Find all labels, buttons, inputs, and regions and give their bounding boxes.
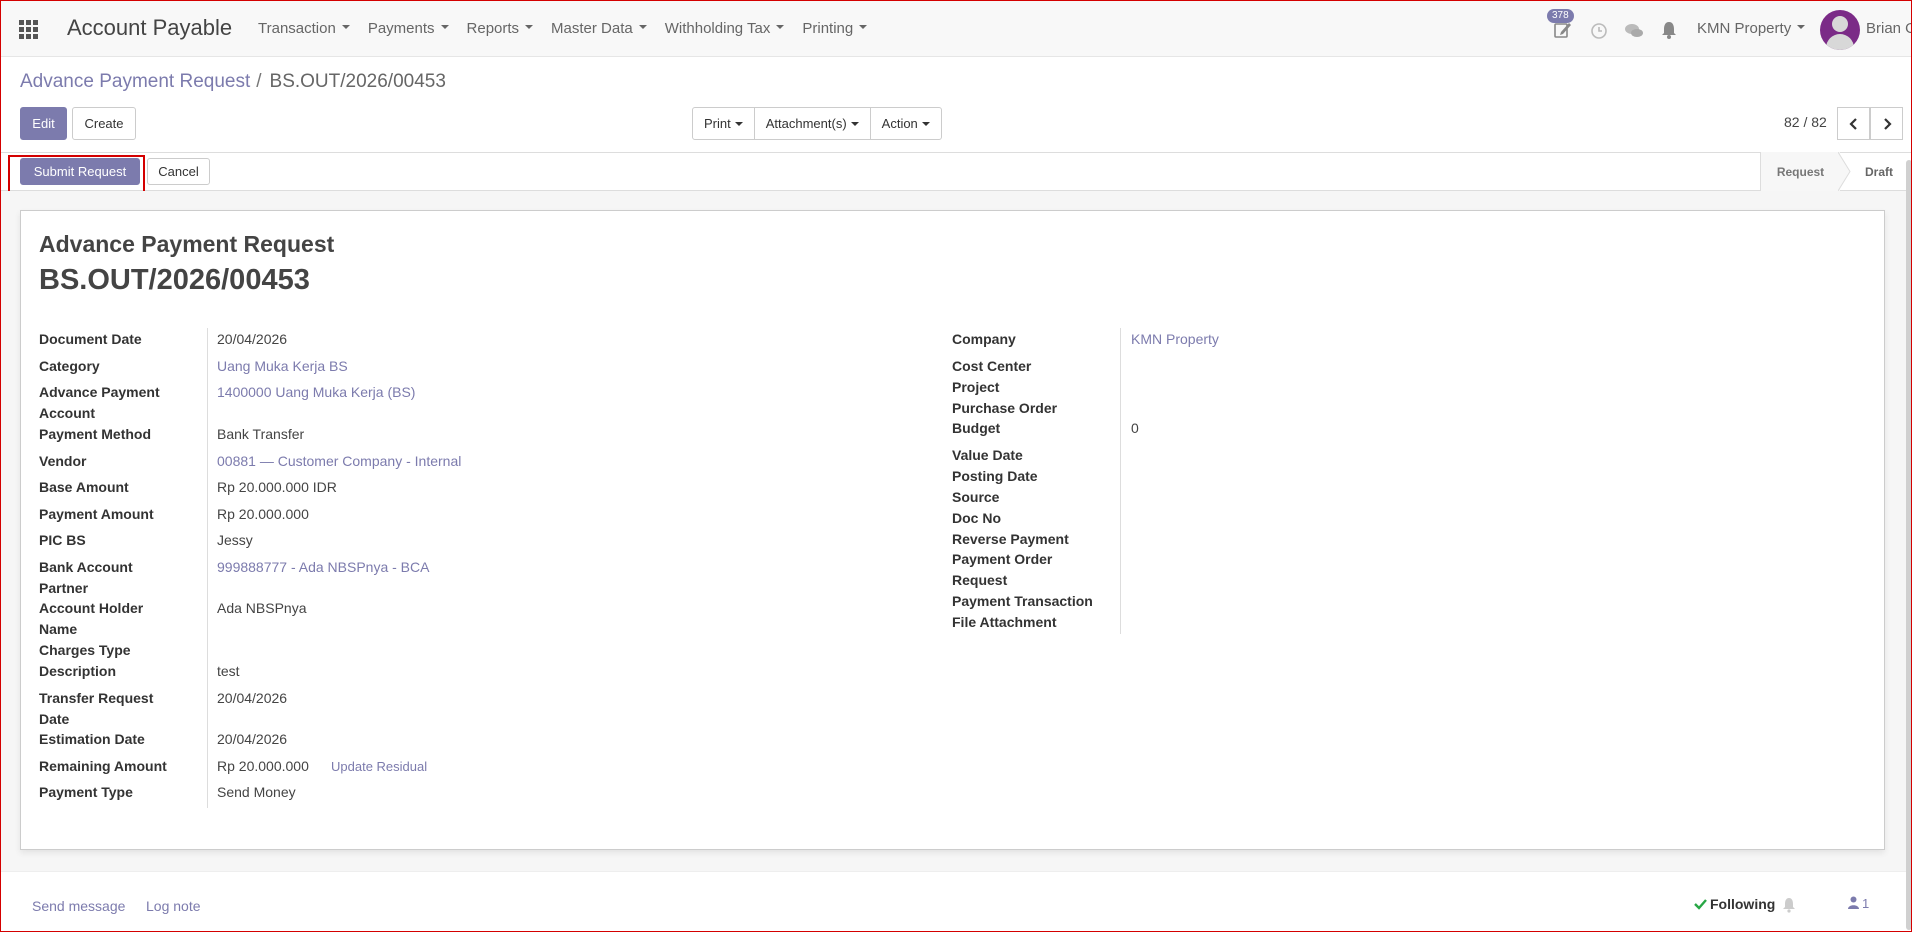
- label-transfer-request-date: Transfer Request Date: [39, 690, 154, 727]
- menu-withholding-tax[interactable]: Withholding Tax: [665, 20, 785, 37]
- value-category-link[interactable]: Uang Muka Kerja BS: [217, 356, 348, 377]
- value-payment-amount: Rp 20.000.000: [217, 506, 309, 522]
- breadcrumb-separator: /: [256, 71, 262, 92]
- breadcrumb-current: BS.OUT/2026/00453: [269, 71, 446, 92]
- label-bank-account-partner: Bank Account Partner: [39, 559, 133, 596]
- pager-previous-button[interactable]: [1837, 107, 1870, 140]
- form-statusbar: [0, 152, 1912, 191]
- cancel-button[interactable]: Cancel: [147, 158, 210, 185]
- left-column-divider: [207, 328, 208, 808]
- value-advance-payment-account-link[interactable]: 1400000 Uang Muka Kerja (BS): [217, 382, 415, 403]
- label-doc-no: Doc No: [952, 510, 1001, 526]
- label-payment-type: Payment Type: [39, 784, 133, 800]
- value-pic-bs: Jessy: [217, 532, 253, 548]
- label-description: Description: [39, 663, 117, 679]
- value-bank-account-partner-link[interactable]: 999888777 - Ada NBSPnya - BCA: [217, 557, 429, 578]
- stage-request[interactable]: Request: [1760, 152, 1840, 191]
- notification-settings-bell-icon[interactable]: [1782, 897, 1796, 913]
- followers-button[interactable]: 1: [1848, 896, 1869, 911]
- value-budget: 0: [1131, 420, 1139, 436]
- clock-icon[interactable]: [1590, 19, 1608, 41]
- value-transfer-request-date: 20/04/2026: [217, 690, 288, 706]
- label-company: Company: [952, 331, 1016, 347]
- label-cost-center: Cost Center: [952, 358, 1032, 374]
- label-payment-order-request: Payment Order Request: [952, 551, 1053, 588]
- stage-arrow-icon: [1838, 152, 1851, 191]
- value-vendor-link[interactable]: 00881 — Customer Company - Internal: [217, 451, 461, 472]
- page-scrollbar[interactable]: [1906, 160, 1912, 930]
- label-payment-transaction: Payment Transaction: [952, 593, 1093, 609]
- action-button-group: Print Attachment(s) Action: [692, 107, 942, 140]
- check-icon: [1694, 899, 1707, 910]
- top-navbar: Account Payable Transaction Payments Rep…: [0, 0, 1912, 57]
- label-payment-amount: Payment Amount: [39, 506, 154, 522]
- value-description: test: [217, 663, 240, 679]
- label-charges-type: Charges Type: [39, 642, 131, 658]
- action-dropdown[interactable]: Action: [871, 108, 941, 139]
- stage-draft[interactable]: Draft: [1852, 152, 1906, 191]
- activity-count-badge: 378: [1547, 9, 1574, 23]
- chatter: [0, 871, 1912, 932]
- label-document-date: Document Date: [39, 331, 142, 347]
- value-remaining-amount: Rp 20.000.000: [217, 758, 309, 774]
- messages-icon[interactable]: [1624, 19, 1644, 41]
- menu-printing[interactable]: Printing: [802, 20, 868, 37]
- user-avatar[interactable]: [1820, 10, 1860, 50]
- document-number-title: BS.OUT/2026/00453: [39, 264, 310, 296]
- following-button[interactable]: Following: [1694, 896, 1775, 912]
- label-source: Source: [952, 489, 1000, 505]
- pager-value: 82 / 82: [1784, 114, 1827, 130]
- label-pic-bs: PIC BS: [39, 532, 86, 548]
- value-payment-method: Bank Transfer: [217, 426, 305, 442]
- value-document-date: 20/04/2026: [217, 331, 288, 347]
- update-residual-link[interactable]: Update Residual: [331, 756, 427, 777]
- label-base-amount: Base Amount: [39, 479, 129, 495]
- label-remaining-amount: Remaining Amount: [39, 758, 167, 774]
- main-menu: Transaction Payments Reports Master Data…: [258, 20, 885, 37]
- document-type-title: Advance Payment Request: [39, 231, 335, 257]
- label-category: Category: [39, 358, 100, 374]
- value-account-holder-name: Ada NBSPnya: [217, 600, 307, 616]
- label-file-attachment: File Attachment: [952, 614, 1057, 630]
- value-estimation-date: 20/04/2026: [217, 731, 288, 747]
- create-button[interactable]: Create: [72, 107, 136, 140]
- label-budget: Budget: [952, 420, 1001, 436]
- attachments-dropdown[interactable]: Attachment(s): [755, 108, 871, 139]
- label-value-date: Value Date: [952, 447, 1023, 463]
- breadcrumb-parent-link[interactable]: Advance Payment Request: [20, 71, 250, 92]
- menu-payments[interactable]: Payments: [368, 20, 449, 37]
- menu-master-data[interactable]: Master Data: [551, 20, 647, 37]
- chevron-left-icon: [1848, 117, 1857, 130]
- label-account-holder-name: Account Holder Name: [39, 600, 144, 637]
- apps-menu-icon[interactable]: [19, 20, 39, 39]
- app-title: Account Payable: [67, 15, 233, 40]
- send-message-button[interactable]: Send message: [32, 898, 125, 914]
- company-switcher[interactable]: KMN Property: [1697, 20, 1806, 37]
- menu-transaction[interactable]: Transaction: [258, 20, 350, 37]
- right-column-divider: [1120, 328, 1121, 634]
- label-reverse-payment: Reverse Payment: [952, 531, 1069, 547]
- label-advance-payment-account: Advance Payment Account: [39, 384, 160, 421]
- value-base-amount: Rp 20.000.000 IDR: [217, 479, 337, 495]
- breadcrumb: Advance Payment Request / BS.OUT/2026/0045…: [20, 71, 446, 93]
- highlight-box: [8, 155, 145, 196]
- value-company-link[interactable]: KMN Property: [1131, 329, 1219, 350]
- user-icon: [1848, 896, 1859, 909]
- edit-button[interactable]: Edit: [20, 107, 67, 140]
- pager-next-button[interactable]: [1870, 107, 1903, 140]
- label-posting-date: Posting Date: [952, 468, 1038, 484]
- label-vendor: Vendor: [39, 453, 87, 469]
- label-project: Project: [952, 379, 1000, 395]
- log-note-button[interactable]: Log note: [146, 898, 201, 914]
- value-payment-type: Send Money: [217, 784, 296, 800]
- label-estimation-date: Estimation Date: [39, 731, 145, 747]
- notification-bell-icon[interactable]: [1660, 19, 1678, 41]
- label-purchase-order: Purchase Order: [952, 400, 1058, 416]
- chevron-right-icon: [1883, 117, 1892, 130]
- menu-reports[interactable]: Reports: [467, 20, 534, 37]
- label-payment-method: Payment Method: [39, 426, 152, 442]
- print-dropdown[interactable]: Print: [693, 108, 755, 139]
- user-name[interactable]: Brian O: [1866, 20, 1912, 37]
